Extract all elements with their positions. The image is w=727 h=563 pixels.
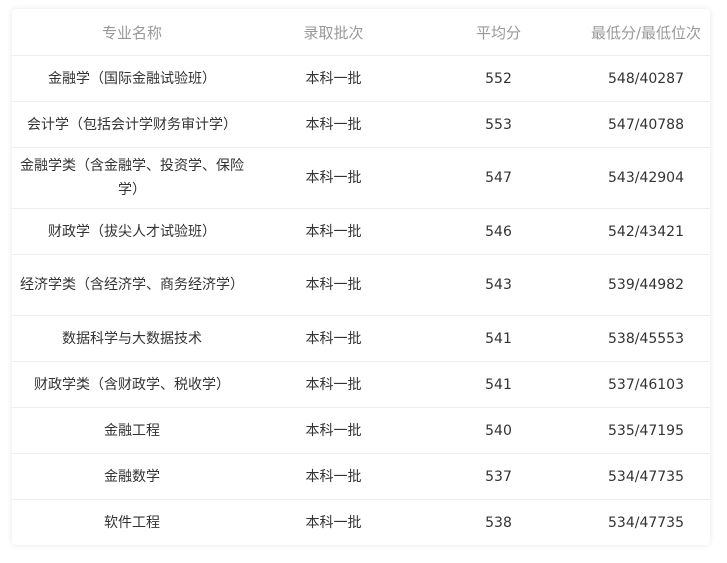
cell-min: 547/40788: [608, 116, 684, 133]
cell-major: 金融学（国际金融试验班）: [48, 70, 216, 87]
cell-avg: 543: [485, 277, 512, 293]
cell-major: 财政学类（含财政学、税收学）: [34, 376, 230, 393]
cell-batch: 本科一批: [305, 330, 362, 347]
cell-avg: 538: [485, 515, 512, 531]
cell-batch: 本科一批: [305, 70, 362, 87]
cell-batch: 本科一批: [305, 515, 362, 531]
header-avg: 平均分: [475, 23, 521, 42]
admission-table: 专业名称 录取批次 平均分 最低分/最低位次 金融学（国际金融试验班） 本科一批…: [12, 9, 710, 545]
header-min: 最低分/最低位次: [590, 23, 702, 42]
header-major: 专业名称: [101, 23, 162, 42]
cell-avg: 547: [485, 170, 512, 186]
table-row: 金融数学 本科一批 537 534/47735: [12, 454, 710, 500]
cell-batch: 本科一批: [305, 116, 362, 133]
cell-major: 财政学（拔尖人才试验班）: [48, 223, 216, 240]
header-batch: 录取批次: [303, 23, 364, 42]
cell-major: 经济学类（含经济学、商务经济学）: [20, 277, 244, 293]
cell-major: 金融数学: [104, 468, 160, 485]
cell-min: 535/47195: [608, 422, 684, 439]
cell-min: 534/47735: [608, 468, 684, 485]
cell-batch: 本科一批: [305, 170, 362, 186]
cell-batch: 本科一批: [305, 376, 362, 393]
cell-major: 金融工程: [104, 422, 160, 439]
cell-major: 数据科学与大数据技术: [62, 330, 202, 347]
cell-major: 软件工程: [104, 515, 160, 531]
table-row: 财政学类（含财政学、税收学） 本科一批 541 537/46103: [12, 362, 710, 408]
cell-min: 548/40287: [608, 70, 684, 87]
cell-batch: 本科一批: [305, 422, 362, 439]
table-row: 金融学类（含金融学、投资学、保险学） 本科一批 547 543/42904: [12, 148, 710, 209]
cell-major: 金融学类（含金融学、投资学、保险学）: [20, 158, 244, 198]
cell-avg: 552: [485, 70, 512, 87]
cell-min: 534/47735: [608, 515, 684, 531]
table-row: 经济学类（含经济学、商务经济学） 本科一批 543 539/44982: [12, 255, 710, 316]
cell-min: 537/46103: [608, 376, 684, 393]
cell-batch: 本科一批: [305, 223, 362, 240]
table-row: 会计学（包括会计学财务审计学） 本科一批 553 547/40788: [12, 102, 710, 148]
cell-batch: 本科一批: [305, 468, 362, 485]
table-row: 金融工程 本科一批 540 535/47195: [12, 408, 710, 454]
cell-min: 538/45553: [608, 330, 684, 347]
cell-avg: 541: [485, 376, 512, 393]
cell-min: 539/44982: [608, 277, 684, 293]
cell-batch: 本科一批: [305, 277, 362, 293]
cell-avg: 553: [485, 116, 512, 133]
cell-avg: 537: [485, 468, 512, 485]
table-row: 金融学（国际金融试验班） 本科一批 552 548/40287: [12, 56, 710, 102]
cell-min: 542/43421: [608, 223, 684, 240]
table-row: 财政学（拔尖人才试验班） 本科一批 546 542/43421: [12, 209, 710, 255]
cell-avg: 546: [485, 223, 512, 240]
table-row: 软件工程 本科一批 538 534/47735: [12, 500, 710, 545]
cell-min: 543/42904: [608, 170, 684, 186]
cell-avg: 541: [485, 330, 512, 347]
cell-avg: 540: [485, 422, 512, 439]
cell-major: 会计学（包括会计学财务审计学）: [27, 116, 237, 133]
table-header: 专业名称 录取批次 平均分 最低分/最低位次: [12, 9, 710, 56]
table-row: 数据科学与大数据技术 本科一批 541 538/45553: [12, 316, 710, 362]
